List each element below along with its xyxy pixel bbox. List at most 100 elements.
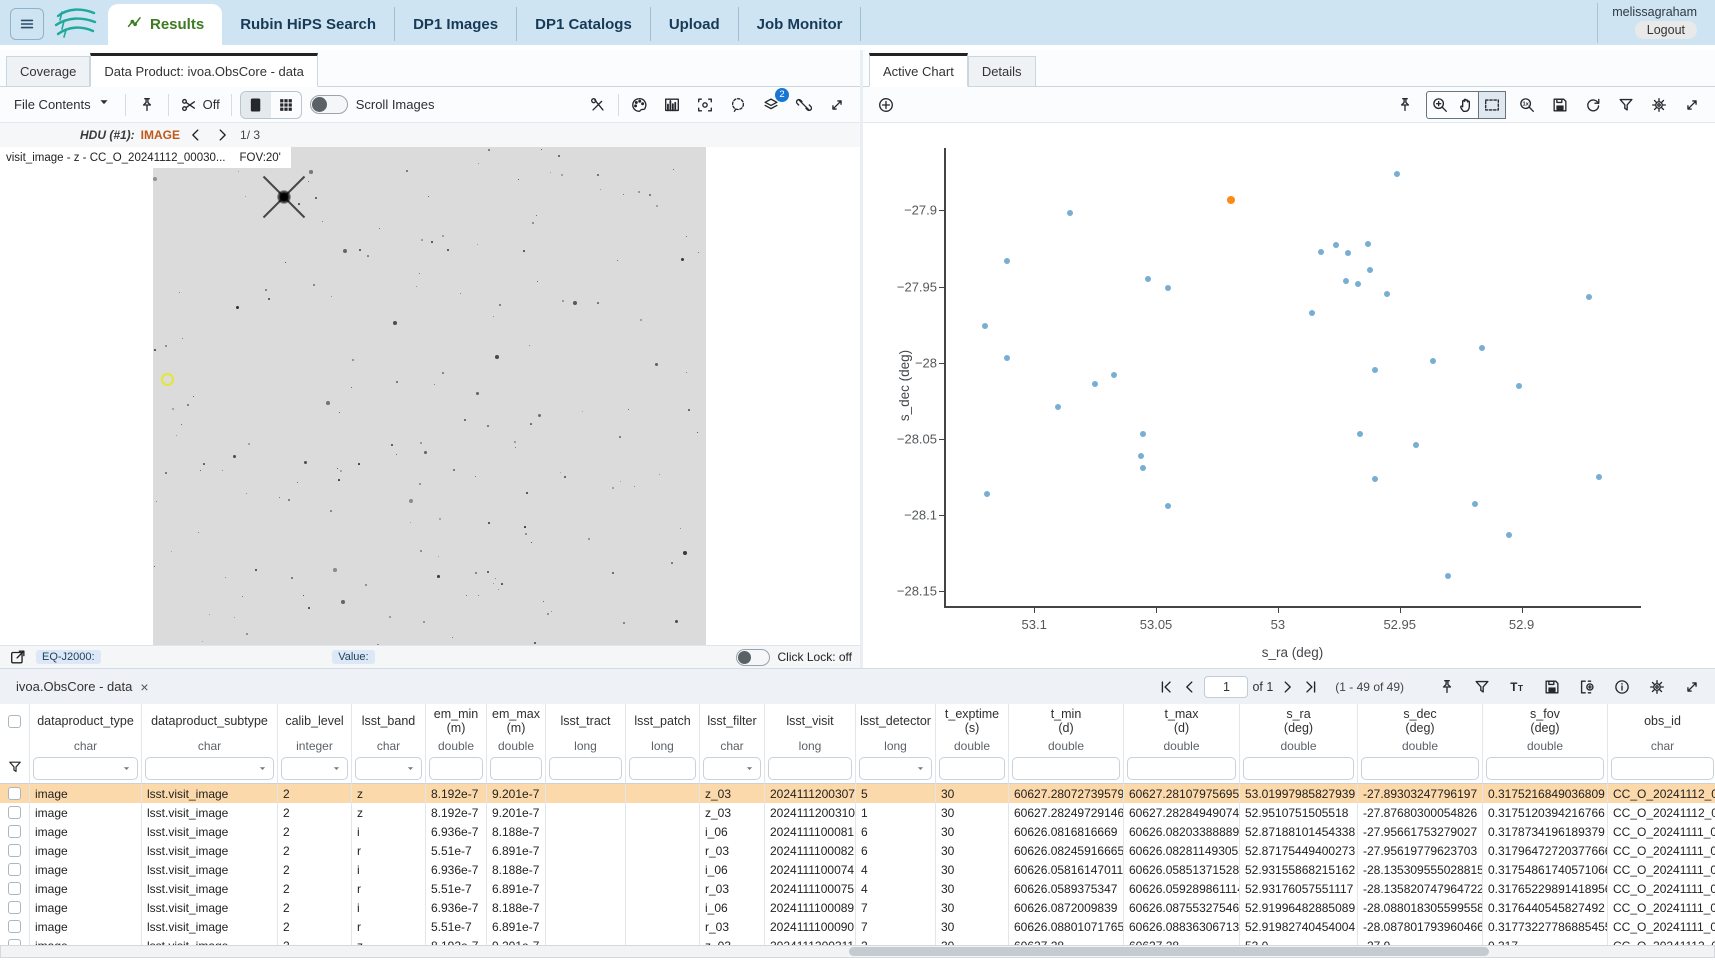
close-icon[interactable]: × — [140, 679, 148, 695]
logout-button[interactable]: Logout — [1635, 21, 1697, 39]
table-cell[interactable] — [626, 860, 700, 879]
table-cell[interactable]: lsst.visit_image — [142, 784, 278, 803]
center-focus-icon[interactable] — [692, 92, 718, 118]
tab-coverage[interactable]: Coverage — [6, 56, 90, 86]
table-cell[interactable]: image — [30, 841, 142, 860]
table-cell[interactable]: i — [352, 822, 426, 841]
filter-select[interactable] — [355, 757, 422, 780]
obscore-points[interactable] — [1445, 573, 1451, 579]
table-cell[interactable]: 2024111100090 — [765, 917, 856, 936]
table-cell[interactable]: 60626.059289861114 — [1124, 879, 1240, 898]
obscore-points[interactable] — [1596, 474, 1602, 480]
gear-icon[interactable] — [1646, 92, 1672, 118]
column-filter-lsst_patch[interactable] — [626, 754, 700, 784]
column-header-dataproduct_type[interactable]: dataproduct_type — [30, 704, 142, 738]
filter-input[interactable] — [490, 757, 542, 780]
table-cell[interactable]: lsst.visit_image — [142, 841, 278, 860]
info-icon[interactable] — [1609, 674, 1635, 700]
table-cell[interactable]: lsst.visit_image — [142, 822, 278, 841]
table-cell[interactable]: 2024111200310 — [765, 803, 856, 822]
table-cell[interactable]: 60626.0816816669 — [1009, 822, 1124, 841]
page-input[interactable] — [1204, 676, 1248, 698]
obscore-points[interactable] — [1479, 345, 1485, 351]
obscore-points[interactable] — [1506, 532, 1512, 538]
table-cell[interactable]: 9.201e-7 — [487, 803, 546, 822]
select-all-checkbox[interactable] — [8, 715, 21, 728]
unlink-icon[interactable] — [791, 92, 817, 118]
column-filter-calib_level[interactable] — [278, 754, 352, 784]
column-filter-s_ra[interactable] — [1240, 754, 1358, 784]
obscore-points[interactable] — [1145, 276, 1151, 282]
obscore-points[interactable] — [1140, 431, 1146, 437]
filter-select[interactable] — [145, 757, 274, 780]
click-lock-toggle[interactable] — [736, 649, 770, 666]
table-cell[interactable]: 60627.280727395795 — [1009, 784, 1124, 803]
obscore-points[interactable] — [1140, 465, 1146, 471]
column-filter-em_min[interactable] — [426, 754, 487, 784]
filter-input[interactable] — [629, 757, 696, 780]
table-cell[interactable]: lsst.visit_image — [142, 860, 278, 879]
column-filter-dataproduct_type[interactable] — [30, 754, 142, 784]
histogram-icon[interactable] — [659, 92, 685, 118]
tab-data-product-ivoa-obscore-data[interactable]: Data Product: ivoa.ObsCore - data — [90, 53, 317, 87]
row-checkbox-cell[interactable] — [0, 784, 30, 803]
horizontal-scrollbar[interactable] — [0, 945, 1715, 958]
obscore-points[interactable] — [1318, 249, 1324, 255]
obscore-points[interactable] — [1413, 442, 1419, 448]
obscore-points[interactable] — [1365, 241, 1371, 247]
table-cell[interactable] — [626, 784, 700, 803]
filter-input[interactable] — [1486, 757, 1604, 780]
table-cell[interactable]: 60626.058161470115 — [1009, 860, 1124, 879]
column-header-dataproduct_subtype[interactable]: dataproduct_subtype — [142, 704, 278, 738]
table-cell[interactable]: -28.088018305599558 — [1358, 898, 1483, 917]
row-checkbox-cell[interactable] — [0, 860, 30, 879]
obscore-points[interactable] — [1372, 476, 1378, 482]
text-columns-icon[interactable]: TT — [1504, 674, 1530, 700]
table-cell[interactable]: 5.51e-7 — [426, 879, 487, 898]
table-cell[interactable]: 2024111100074 — [765, 860, 856, 879]
table-cell[interactable]: z — [352, 784, 426, 803]
obscore-points[interactable] — [984, 491, 990, 497]
column-filter-s_fov[interactable] — [1483, 754, 1608, 784]
table-cell[interactable]: 6.936e-7 — [426, 860, 487, 879]
table-cell[interactable]: z_03 — [700, 784, 765, 803]
table-cell[interactable]: 2 — [278, 898, 352, 917]
table-cell[interactable]: 2024111100081 — [765, 822, 856, 841]
row-checkbox[interactable] — [8, 806, 21, 819]
column-filter-lsst_band[interactable] — [352, 754, 426, 784]
table-cell[interactable]: 52.91982740454004 — [1240, 917, 1358, 936]
obscore-points[interactable] — [1333, 242, 1339, 248]
obscore-points[interactable] — [982, 323, 988, 329]
last-page-icon[interactable] — [1301, 677, 1321, 697]
table-cell[interactable]: i_06 — [700, 822, 765, 841]
table-cell[interactable]: 2 — [278, 803, 352, 822]
row-checkbox[interactable] — [8, 787, 21, 800]
table-cell[interactable]: 60626.08203388889 — [1124, 822, 1240, 841]
column-header-s_dec[interactable]: s_dec(deg) — [1358, 704, 1483, 738]
next-page-icon[interactable] — [1277, 677, 1297, 697]
filter-input[interactable] — [1243, 757, 1354, 780]
row-checkbox[interactable] — [8, 863, 21, 876]
table-cell[interactable]: 52.93176057551117 — [1240, 879, 1358, 898]
table-cell[interactable]: lsst.visit_image — [142, 917, 278, 936]
file-contents-dropdown[interactable]: File Contents — [10, 90, 117, 119]
row-checkbox-cell[interactable] — [0, 841, 30, 860]
table-cell[interactable]: 0.31765229891418956 — [1483, 879, 1608, 898]
table-cell[interactable]: -27.95661753279027 — [1358, 822, 1483, 841]
filter-input[interactable] — [429, 757, 483, 780]
table-cell[interactable]: 0.3176440545827492 — [1483, 898, 1608, 917]
filter-input[interactable] — [1012, 757, 1120, 780]
obscore-points[interactable] — [1111, 372, 1117, 378]
table-cell[interactable]: image — [30, 822, 142, 841]
row-checkbox[interactable] — [8, 901, 21, 914]
nav-tab-upload[interactable]: Upload — [651, 7, 739, 41]
table-cell[interactable]: 8.188e-7 — [487, 898, 546, 917]
table-cell[interactable]: CC_O_20241111_0 — [1608, 841, 1715, 860]
filter-select[interactable] — [281, 757, 348, 780]
table-cell[interactable] — [546, 860, 626, 879]
row-checkbox-cell[interactable] — [0, 879, 30, 898]
scrollbar-thumb[interactable] — [849, 947, 1489, 956]
table-cell[interactable]: 6 — [856, 841, 936, 860]
table-cell[interactable]: image — [30, 879, 142, 898]
obscore-points[interactable] — [1384, 291, 1390, 297]
